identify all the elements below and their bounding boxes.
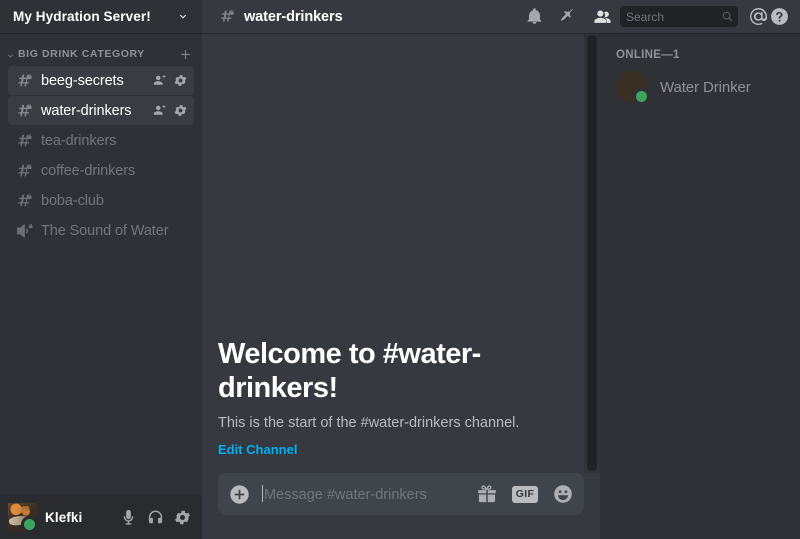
message-composer[interactable]: Message #water-drinkers GIF xyxy=(218,473,584,515)
gift-icon[interactable] xyxy=(476,483,498,505)
message-input[interactable]: Message #water-drinkers xyxy=(260,485,468,503)
main-area: water-drinkers Search Welcome to #water-… xyxy=(202,0,800,539)
scrollbar-thumb[interactable] xyxy=(587,35,597,471)
channel-actions xyxy=(152,73,188,88)
user-panel: Klefki xyxy=(0,495,202,539)
server-name: My Hydration Server! xyxy=(13,9,151,24)
channel-welcome-block: Welcome to #water-drinkers! This is the … xyxy=(218,338,584,465)
plus-icon[interactable] xyxy=(178,47,193,62)
welcome-title: Welcome to #water-drinkers! xyxy=(218,338,481,404)
edit-channel-link[interactable]: Edit Channel xyxy=(218,442,584,457)
chevron-down-icon[interactable] xyxy=(5,49,16,60)
composer-wrapper: Message #water-drinkers GIF xyxy=(202,473,600,539)
invite-icon[interactable] xyxy=(152,73,167,88)
sidebar-item-tea-drinkers[interactable]: tea-drinkers xyxy=(8,126,194,155)
topbar-icon-group xyxy=(525,7,620,26)
attach-button[interactable] xyxy=(218,473,260,515)
channel-name: tea-drinkers xyxy=(41,132,117,149)
gif-button[interactable]: GIF xyxy=(512,485,538,503)
pin-icon[interactable] xyxy=(559,7,578,26)
headphones-icon[interactable] xyxy=(146,508,165,527)
category-big-drink-category[interactable]: BIG DRINK CATEGORY xyxy=(0,43,202,65)
microphone-icon[interactable] xyxy=(119,508,138,527)
at-icon[interactable] xyxy=(748,6,769,27)
welcome-subtitle: This is the start of the #water-drinkers… xyxy=(218,415,520,432)
invite-icon[interactable] xyxy=(152,103,167,118)
discord-app-window: My Hydration Server! BIG DRINK CATEGORY xyxy=(0,0,800,539)
member-list-header: ONLINE—1 xyxy=(616,49,680,61)
channel-sidebar: My Hydration Server! BIG DRINK CATEGORY xyxy=(0,0,202,539)
hash-lock-icon xyxy=(15,71,35,91)
bell-icon[interactable] xyxy=(525,7,544,26)
channel-name: The Sound of Water xyxy=(41,222,169,239)
hash-lock-icon xyxy=(15,161,35,181)
avatar[interactable] xyxy=(8,502,38,533)
page-title: water-drinkers xyxy=(244,8,343,25)
message-placeholder: Message #water-drinkers xyxy=(264,487,427,503)
username: Klefki xyxy=(45,509,83,525)
channel-name: boba-club xyxy=(41,192,104,209)
emoji-icon[interactable] xyxy=(552,483,574,505)
hash-lock-icon xyxy=(15,101,35,121)
search-placeholder: Search xyxy=(626,9,665,24)
channel-actions xyxy=(152,103,188,118)
hash-lock-icon xyxy=(218,7,237,26)
status-badge-online xyxy=(633,88,650,105)
status-badge-online xyxy=(21,515,38,533)
search-input[interactable]: Search xyxy=(620,6,738,27)
channel-name: coffee-drinkers xyxy=(41,162,136,179)
composer-icon-group: GIF xyxy=(468,483,574,505)
message-scroller: Welcome to #water-drinkers! This is the … xyxy=(202,33,600,473)
category-label: BIG DRINK CATEGORY xyxy=(18,48,145,60)
gear-icon[interactable] xyxy=(173,508,192,527)
messages-column: Welcome to #water-drinkers! This is the … xyxy=(202,33,600,539)
sidebar-item-the-sound-of-water[interactable]: The Sound of Water xyxy=(8,216,194,245)
sidebar-item-water-drinkers[interactable]: water-drinkers xyxy=(8,96,194,125)
sidebar-item-coffee-drinkers[interactable]: coffee-drinkers xyxy=(8,156,194,185)
member-list-item[interactable]: Water Drinker xyxy=(608,66,792,108)
content-area: Welcome to #water-drinkers! This is the … xyxy=(202,33,800,539)
user-meta[interactable]: Klefki xyxy=(37,510,119,525)
user-actions xyxy=(119,508,194,527)
sidebar-item-beeg-secrets[interactable]: beeg-secrets xyxy=(8,66,194,95)
help-icon[interactable] xyxy=(769,6,790,27)
channel-name: beeg-secrets xyxy=(41,72,124,89)
member-list: ONLINE—1 Water Drinker xyxy=(600,33,800,539)
avatar xyxy=(616,71,650,105)
chevron-down-icon[interactable] xyxy=(176,10,190,24)
channel-list: BIG DRINK CATEGORY beeg-secrets water-dr… xyxy=(0,33,202,495)
message-scrollbar[interactable] xyxy=(584,33,600,473)
text-caret xyxy=(262,485,263,502)
gear-icon[interactable] xyxy=(173,73,188,88)
channel-topbar: water-drinkers Search xyxy=(202,0,800,33)
sidebar-item-boba-club[interactable]: boba-club xyxy=(8,186,194,215)
server-header[interactable]: My Hydration Server! xyxy=(0,0,202,33)
member-name: Water Drinker xyxy=(660,78,751,96)
hash-lock-icon xyxy=(15,131,35,151)
hash-lock-icon xyxy=(15,191,35,211)
speaker-lock-icon xyxy=(15,221,35,241)
plus-circle-icon xyxy=(229,484,250,505)
gear-icon[interactable] xyxy=(173,103,188,118)
members-icon[interactable] xyxy=(593,7,612,26)
search-icon xyxy=(721,10,734,23)
channel-name: water-drinkers xyxy=(41,102,132,119)
